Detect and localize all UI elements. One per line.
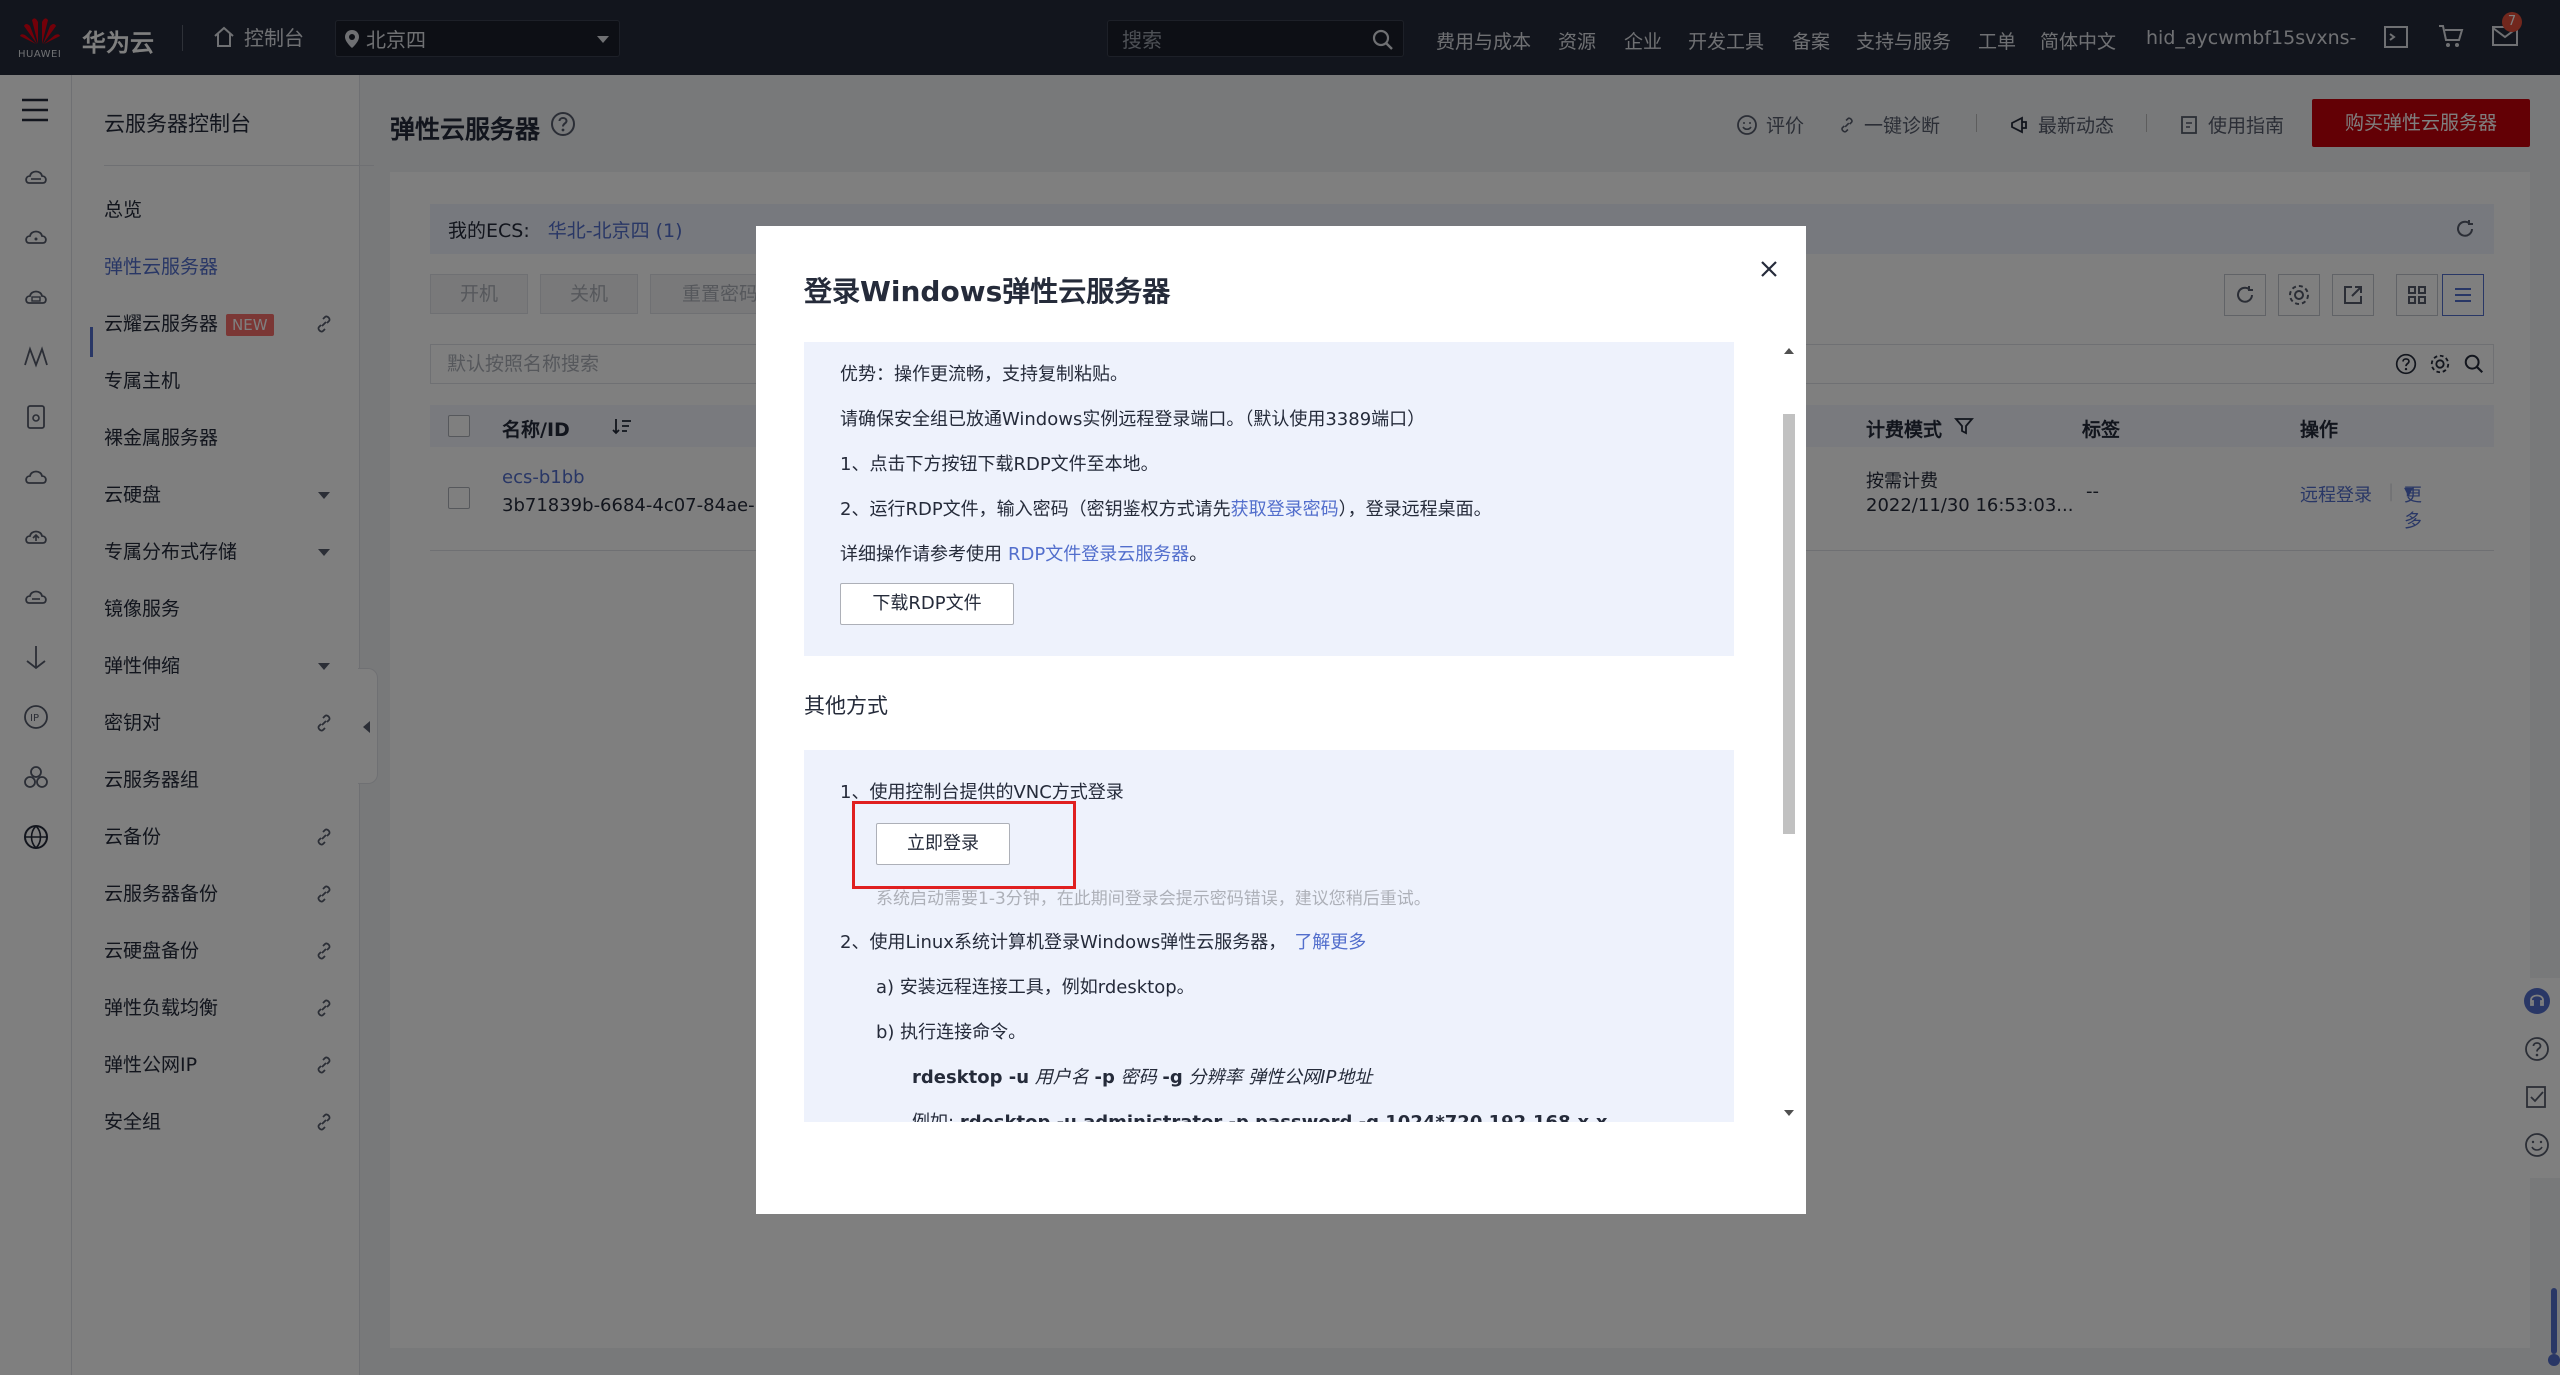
command-syntax: rdesktop -u 用户名 -p 密码 -g 分辨率 弹性公网IP地址 [912, 1063, 1372, 1089]
example-label: 例如: [912, 1112, 954, 1122]
vnc-login-button[interactable]: 立即登录 [876, 823, 1010, 865]
screen: HUAWEI 华为云 控制台 北京四 搜索 费用与成本 资源 企业 开发工具 备… [0, 0, 2560, 1375]
dialog-scrollbar[interactable] [1780, 342, 1798, 1122]
rdp-step1: 1、点击下方按钮下载RDP文件至本地。 [840, 454, 1159, 475]
learn-more-link[interactable]: 了解更多 [1294, 932, 1366, 953]
rdp-doc-link[interactable]: RDP文件登录云服务器 [1008, 544, 1189, 565]
rdp-detail-tail: 。 [1189, 544, 1208, 565]
other-methods-title: 其他方式 [804, 694, 888, 718]
download-rdp-button[interactable]: 下载RDP文件 [840, 583, 1014, 625]
cmd-p: -p [1094, 1067, 1115, 1088]
scroll-up-icon[interactable] [1784, 348, 1794, 354]
dialog-scroll-area: 优势：操作更流畅，支持复制粘贴。 请确保安全组已放通Windows实例远程登录端… [804, 342, 1744, 1122]
scroll-down-icon[interactable] [1784, 1110, 1794, 1116]
rdp-step2-text: 2、运行RDP文件，输入密码（密钥鉴权方式请先 [840, 499, 1231, 520]
cmd-res: 分辨率 [1188, 1067, 1243, 1088]
install-tool-step: a) 安装远程连接工具，例如rdesktop。 [876, 977, 1195, 998]
linux-step-text: 2、使用Linux系统计算机登录Windows弹性云服务器， [840, 932, 1287, 953]
cmd-prefix: rdesktop -u [912, 1067, 1030, 1088]
cmd-user: 用户名 [1034, 1067, 1089, 1088]
other-methods-panel: 1、使用控制台提供的VNC方式登录 立即登录 系统启动需要1-3分钟，在此期间登… [804, 750, 1734, 1122]
cmd-pwd: 密码 [1120, 1067, 1157, 1088]
exec-command-step: b) 执行连接命令。 [876, 1022, 1027, 1043]
rdp-detail: 详细操作请参考使用 RDP文件登录云服务器。 [840, 540, 1207, 566]
rdp-advantage: 优势：操作更流畅，支持复制粘贴。 [840, 364, 1128, 385]
cmd-ip: 弹性公网IP地址 [1248, 1067, 1373, 1088]
rdp-port-note: 请确保安全组已放通Windows实例远程登录端口。（默认使用3389端口） [840, 409, 1426, 430]
command-example: 例如: rdesktop -u administrator -p passwor… [912, 1108, 1608, 1122]
cmd-g: -g [1162, 1067, 1183, 1088]
linux-step: 2、使用Linux系统计算机登录Windows弹性云服务器， 了解更多 [840, 928, 1366, 954]
vnc-hint: 系统启动需要1-3分钟，在此期间登录会提示密码错误，建议您稍后重试。 [876, 889, 1431, 909]
rdp-panel: 优势：操作更流畅，支持复制粘贴。 请确保安全组已放通Windows实例远程登录端… [804, 342, 1734, 656]
windows-login-dialog: 登录Windows弹性云服务器 优势：操作更流畅，支持复制粘贴。 请确保安全组已… [756, 226, 1806, 1214]
dialog-title: 登录Windows弹性云服务器 [804, 275, 1171, 308]
get-password-link[interactable]: 获取登录密码 [1231, 499, 1339, 520]
rdp-step2: 2、运行RDP文件，输入密码（密钥鉴权方式请先获取登录密码），登录远程桌面。 [840, 495, 1492, 521]
rdp-step2-tail: ），登录远程桌面。 [1338, 499, 1492, 520]
scrollbar-thumb[interactable] [1783, 414, 1795, 834]
example-command: rdesktop -u administrator -p password -g… [960, 1112, 1608, 1122]
rdp-detail-text: 详细操作请参考使用 [840, 544, 1002, 565]
close-icon[interactable] [1756, 256, 1782, 282]
